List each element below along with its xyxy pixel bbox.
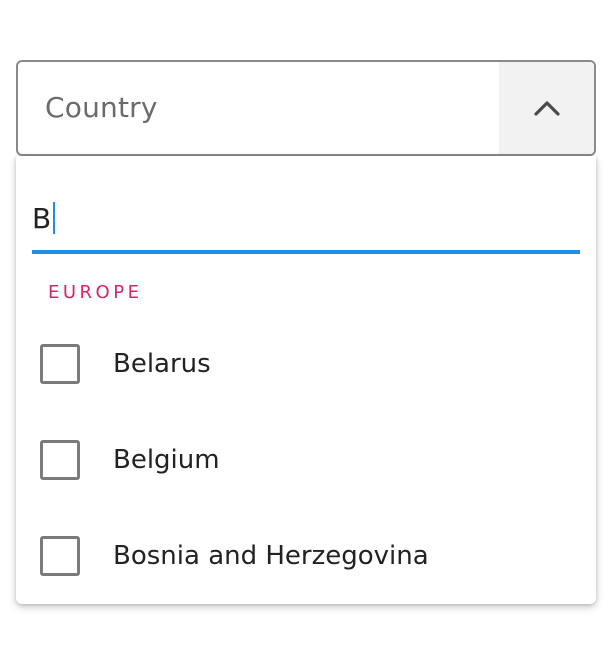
group-header-europe: EUROPE [48,282,143,303]
select-toggle-button[interactable] [499,62,594,154]
option-bosnia-and-herzegovina[interactable]: Bosnia and Herzegovina [16,508,596,604]
country-select[interactable]: Country [16,60,596,156]
chevron-up-icon [533,101,560,116]
checkbox[interactable] [40,440,80,480]
option-belgium[interactable]: Belgium [16,412,596,508]
option-label: Bosnia and Herzegovina [113,541,429,571]
option-label: Belgium [113,445,220,475]
checkbox[interactable] [40,344,80,384]
dropdown-panel: EUROPE Belarus Belgium Bosnia and Herzeg… [16,156,596,604]
text-cursor [53,202,55,234]
select-label: Country [45,91,158,124]
search-field[interactable] [32,186,580,254]
checkbox[interactable] [40,536,80,576]
option-belarus[interactable]: Belarus [16,316,596,412]
search-input[interactable] [32,198,572,238]
option-label: Belarus [113,349,211,379]
